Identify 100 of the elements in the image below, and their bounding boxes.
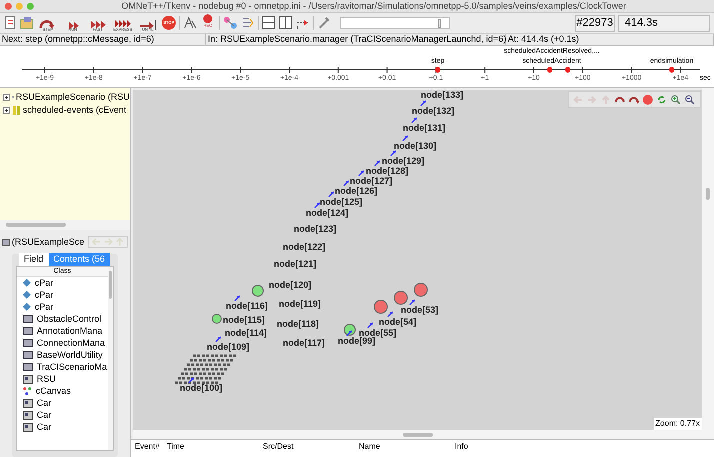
tree-item[interactable]: RSUExampleScenario (RSU [16, 93, 130, 102]
horizontal-scrollbar[interactable] [402, 432, 432, 436]
vertical-scrollbar[interactable] [706, 188, 710, 200]
event-marker [566, 67, 570, 73]
zoom-button[interactable] [27, 2, 34, 10]
status-text: In: RSUExampleScenario.manager (TraCIScenarioManagerLaunchd, id=6) [206, 34, 506, 45]
column-header[interactable]: Event# [131, 443, 167, 451]
arrow-to-bar-icon [138, 17, 158, 31]
node-label[interactable]: node[114] [225, 329, 268, 338]
curved-arrow-icon[interactable] [629, 94, 640, 104]
compound-module-icon [23, 422, 33, 432]
dots-icon [23, 386, 32, 396]
list-arrow-icon[interactable] [241, 16, 255, 30]
node-label[interactable]: node[99] [338, 337, 376, 346]
column-header[interactable]: Src/Dest [263, 443, 359, 451]
list-item[interactable]: cPar [35, 278, 54, 288]
node-label[interactable]: node[55] [359, 329, 397, 338]
arrow-icon [420, 100, 427, 107]
find-icon[interactable] [183, 16, 197, 30]
vertical-scrollbar[interactable] [109, 271, 112, 299]
node-label[interactable]: node[127] [350, 177, 393, 186]
tree-item[interactable]: scheduled-events (cEvent [23, 106, 127, 115]
node-label[interactable]: node[119] [279, 300, 322, 309]
close-button[interactable] [5, 2, 12, 10]
node-label[interactable]: node[116] [226, 302, 268, 311]
event-marker [436, 67, 440, 73]
node-label[interactable]: node[129] [382, 157, 425, 166]
node-label[interactable]: node[109] [207, 343, 250, 352]
plus-icon [4, 95, 9, 100]
simulation-time: 414.3s [618, 14, 710, 32]
queue-icon [12, 106, 21, 115]
node-label[interactable]: node[118] [277, 320, 320, 329]
list-item[interactable]: ConnectionMana [37, 338, 106, 348]
node-label[interactable]: node[115] [223, 316, 266, 325]
record-dot-icon [203, 14, 213, 24]
list-item[interactable]: cPar [35, 302, 54, 312]
node-label[interactable]: node[54] [379, 318, 417, 327]
horizontal-split-icon[interactable] [262, 16, 276, 30]
horizontal-scrollbar[interactable] [6, 223, 66, 227]
node-label[interactable]: node[53] [401, 306, 439, 315]
tab[interactable]: Field [19, 253, 49, 266]
arrow-icon [343, 180, 350, 187]
compound-module-icon [23, 374, 33, 384]
node-label[interactable]: node[125] [320, 198, 363, 207]
status-text: Next: step (omnetpp::cMessage, id=6) [0, 34, 206, 45]
column-header[interactable]: Name [359, 443, 455, 451]
node-label[interactable]: node[133] [421, 91, 464, 100]
plus-icon [4, 108, 9, 113]
list-item[interactable]: TraCIScenarioMa [37, 362, 108, 372]
event-marker [548, 67, 552, 73]
list-item[interactable]: RSU [37, 374, 56, 384]
arrow-icon [387, 311, 394, 318]
node-label[interactable]: node[123] [294, 225, 337, 234]
node-label[interactable]: node[128] [366, 167, 409, 176]
folder-icon[interactable] [20, 16, 34, 30]
triangles-icon [113, 17, 133, 31]
list-item[interactable]: Car [37, 410, 52, 420]
network-icon[interactable] [223, 16, 238, 30]
expand-toggle[interactable] [3, 107, 10, 114]
node-label[interactable]: node[124] [306, 209, 349, 218]
node-label[interactable]: node[132] [412, 107, 455, 116]
list-item[interactable]: cPar [35, 290, 54, 300]
list-item[interactable]: Car [37, 398, 52, 408]
arrow-icon [234, 295, 241, 302]
column-header[interactable]: Time [167, 443, 263, 451]
list-item[interactable]: Car [37, 422, 52, 432]
arrow-icon [346, 330, 353, 337]
node-label[interactable]: node[130] [394, 142, 437, 151]
node-label[interactable]: node[121] [274, 260, 317, 269]
list-item[interactable]: AnnotationMana [37, 326, 103, 336]
node-label[interactable]: node[131] [403, 124, 446, 133]
arrow-icon [215, 336, 222, 343]
arrow-icon [390, 150, 397, 157]
compound-module-icon [23, 410, 33, 420]
arrow-icon [188, 377, 195, 384]
vertical-split-icon[interactable] [279, 16, 293, 30]
arrow-icon [358, 170, 365, 177]
zoom-out-icon[interactable] [685, 94, 696, 104]
arrow-icon [367, 322, 374, 329]
speed-slider[interactable] [340, 17, 450, 29]
inspector-title: (RSUExampleSce [12, 238, 85, 246]
node-label[interactable]: node[120] [269, 281, 312, 290]
expand-toggle[interactable] [3, 94, 10, 101]
list-item[interactable]: cCanvas [36, 386, 72, 396]
node-label[interactable]: node[117] [283, 339, 326, 348]
stop-icon[interactable] [643, 94, 654, 104]
node-label[interactable]: node[126] [335, 187, 378, 196]
refresh-icon[interactable] [657, 94, 668, 104]
zoom-in-icon[interactable] [671, 94, 682, 104]
list-item[interactable]: ObstacleControl [37, 314, 102, 324]
list-item[interactable]: BaseWorldUtility [37, 350, 103, 360]
event-number: #22973 [575, 14, 615, 32]
node-label[interactable]: node[122] [283, 243, 326, 252]
event-marker [670, 67, 674, 73]
node-label[interactable]: node[100] [180, 384, 223, 393]
zoom-level: Zoom: 0.77x [654, 418, 702, 430]
wrench-icon[interactable] [317, 16, 331, 30]
column-header[interactable]: Info [455, 443, 714, 451]
new-file-icon[interactable] [4, 16, 17, 30]
window-title: OMNeT++/Tkenv - nodebug #0 - omnetpp.ini - /Users/ravitomar/Simulations/omnetpp-5.0/samples/veins/examples/ClockTower [120, 2, 628, 10]
